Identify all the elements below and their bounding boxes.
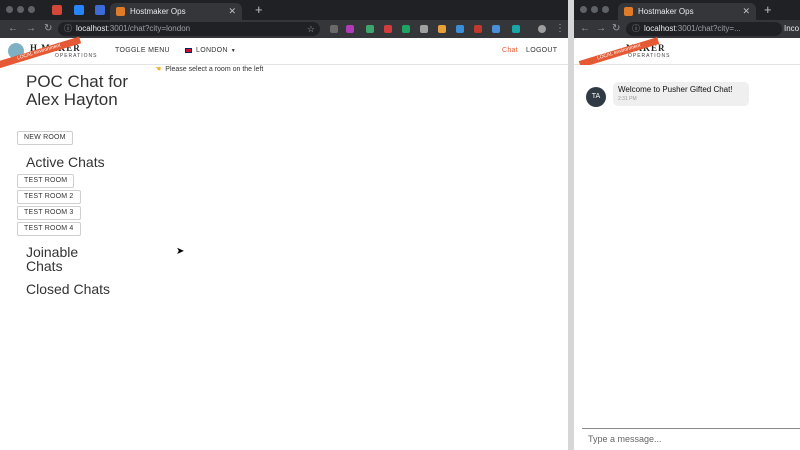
new-tab-icon[interactable]: + (255, 2, 263, 17)
app-header: MAKER OPERATIONS LOCAL environment (574, 37, 800, 68)
room-button[interactable]: TEST ROOM 2 (17, 190, 81, 204)
url-path: :3001/chat?city=... (675, 24, 741, 33)
tab-title: Hostmaker Ops (638, 7, 694, 16)
info-icon[interactable]: ⓘ (632, 22, 640, 36)
extension-icon[interactable] (366, 25, 374, 33)
info-icon[interactable]: ⓘ (64, 22, 72, 36)
tab-hostmaker-ops[interactable]: Hostmaker Ops ✕ (618, 3, 756, 20)
close-tab-icon[interactable]: ✕ (228, 3, 236, 20)
extension-icon[interactable] (330, 25, 338, 33)
tab-title: Hostmaker Ops (130, 7, 186, 16)
extension-icon[interactable] (346, 25, 354, 33)
new-tab-icon[interactable]: + (764, 2, 772, 17)
extension-icon[interactable] (438, 25, 446, 33)
profile-icon[interactable] (538, 25, 546, 33)
extension-icon[interactable] (384, 25, 392, 33)
app-header: H MAKER OPERATIONS LOCAL environment TOG… (0, 36, 568, 69)
avatar: TA (586, 87, 606, 107)
mouse-cursor-icon: ➤ (176, 246, 185, 257)
message-time: 2:31 PM (618, 96, 637, 102)
address-toolbar: ← → ↻ ⓘ localhost:3001/chat?city=... Inc… (574, 20, 800, 38)
message-bubble: Welcome to Pusher Gifted Chat! 2:31 PM (613, 82, 749, 106)
logo-subtitle: OPERATIONS (628, 53, 671, 59)
close-tab-icon[interactable]: ✕ (742, 3, 750, 20)
tab-hostmaker-ops[interactable]: Hostmaker Ops ✕ (110, 3, 242, 20)
message-input[interactable] (582, 429, 800, 449)
extension-icon[interactable] (420, 25, 428, 33)
chevron-down-icon: ▼ (230, 48, 236, 54)
extension-icon[interactable] (492, 25, 500, 33)
incognito-label: Inco (784, 24, 800, 33)
address-toolbar: ← → ↻ ⓘ localhost:3001/chat?city=london … (0, 20, 568, 38)
room-button[interactable]: TEST ROOM 3 (17, 206, 81, 220)
jira-tab-icon[interactable] (74, 5, 84, 15)
chat-panel: TA Welcome to Pusher Gifted Chat! 2:31 P… (574, 65, 800, 450)
back-icon[interactable]: ← (8, 22, 18, 36)
menu-dots-icon[interactable]: ⋮ (555, 22, 565, 36)
city-dropdown[interactable]: LONDON ▼ (185, 47, 236, 54)
select-room-hint: ☚ Please select a room on the left (155, 65, 263, 73)
page-title: POC Chat for Alex Hayton (26, 72, 129, 109)
close-window-dot[interactable] (580, 6, 587, 13)
new-room-button[interactable]: NEW ROOM (17, 131, 73, 145)
bookmark-star-icon[interactable]: ☆ (307, 22, 315, 36)
maximize-window-dot[interactable] (602, 6, 609, 13)
tab-strip: Hostmaker Ops ✕ + (574, 0, 800, 20)
hostmaker-favicon-icon (116, 7, 125, 16)
chat-lobby: POC Chat for Alex Hayton NEW ROOM Active… (0, 65, 568, 450)
url-input[interactable]: ⓘ localhost:3001/chat?city=... (626, 22, 782, 36)
extension-icon[interactable] (402, 25, 410, 33)
pointing-hand-icon: ☚ (155, 66, 162, 73)
toggle-menu-link[interactable]: TOGGLE MENU (115, 47, 170, 54)
url-input[interactable]: ⓘ localhost:3001/chat?city=london ☆ (58, 22, 320, 36)
extension-icon[interactable] (474, 25, 482, 33)
url-host: localhost (76, 24, 108, 33)
url-host: localhost (644, 24, 676, 33)
logo-subtitle: OPERATIONS (55, 53, 98, 59)
tab-strip: Hostmaker Ops ✕ + (0, 0, 568, 20)
room-button[interactable]: TEST ROOM (17, 174, 75, 188)
logout-link[interactable]: LOGOUT (526, 47, 557, 54)
chat-link[interactable]: Chat (502, 47, 518, 54)
left-browser-window: Hostmaker Ops ✕ + ← → ↻ ⓘ localhost:3001… (0, 0, 568, 450)
room-button[interactable]: TEST ROOM 4 (17, 222, 81, 236)
message-composer (582, 428, 800, 450)
maximize-window-dot[interactable] (28, 6, 35, 13)
uk-flag-icon (185, 47, 192, 53)
forward-icon[interactable]: → (26, 22, 36, 36)
extension-icon[interactable] (456, 25, 464, 33)
hostmaker-favicon-icon (624, 7, 633, 16)
minimize-window-dot[interactable] (591, 6, 598, 13)
back-icon[interactable]: ← (580, 22, 590, 36)
right-browser-window: Hostmaker Ops ✕ + ← → ↻ ⓘ localhost:3001… (574, 0, 800, 450)
forward-icon[interactable]: → (596, 22, 606, 36)
url-path: :3001/chat?city=london (107, 24, 191, 33)
gmail-tab-icon[interactable] (52, 5, 62, 15)
city-label: LONDON (196, 47, 228, 54)
hint-text: Please select a room on the left (165, 66, 264, 73)
close-window-dot[interactable] (6, 6, 13, 13)
reload-icon[interactable]: ↻ (44, 22, 52, 36)
active-chats-heading: Active Chats (26, 154, 105, 170)
closed-chats-heading: Closed Chats (26, 281, 111, 297)
reload-icon[interactable]: ↻ (612, 22, 620, 36)
joinable-chats-heading: Joinable Chats (26, 244, 79, 274)
minimize-window-dot[interactable] (17, 6, 24, 13)
extension-icon[interactable] (512, 25, 520, 33)
message-text: Welcome to Pusher Gifted Chat! (618, 85, 733, 94)
docs-tab-icon[interactable] (95, 5, 105, 15)
